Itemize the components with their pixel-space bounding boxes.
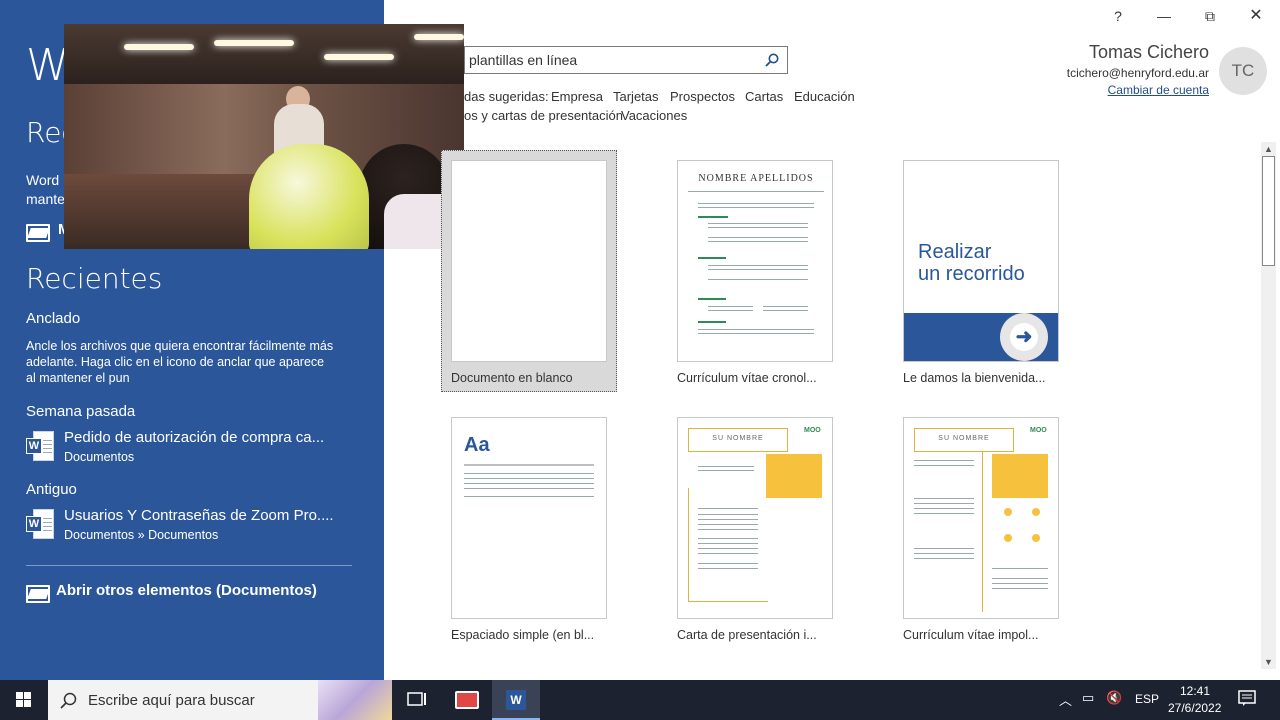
folder-open-icon [26, 222, 50, 242]
account-email: tcichero@henryford.edu.ar [1066, 66, 1209, 80]
template-label: Documento en blanco [451, 371, 573, 385]
older-heading: Antiguo [26, 481, 77, 498]
taskbar: Escribe aquí para buscar W ︿ ▭ 🔇 ESP 12:… [0, 680, 1280, 720]
word-taskbar-icon[interactable]: W [492, 680, 540, 720]
template-thumb-heading: NOMBRE APELLIDOS [698, 173, 814, 184]
scroll-up-icon[interactable]: ▲ [1261, 142, 1276, 156]
template-thumb-cv-chronological[interactable]: NOMBRE APELLIDOS [677, 160, 833, 362]
close-button[interactable]: ✕ [1233, 4, 1279, 28]
suggestion-educacion[interactable]: Educación [794, 89, 855, 104]
app-title: W [26, 40, 70, 91]
template-label: Le damos la bienvenida... [903, 371, 1046, 385]
suggestion-cartas-presentacion[interactable]: os y cartas de presentación [464, 108, 623, 123]
restore-button[interactable]: ⧉ [1187, 4, 1233, 28]
chevron-up-icon[interactable]: ︿ [1059, 690, 1072, 709]
template-thumb-single-spaced[interactable]: Aa [451, 417, 607, 619]
suggestion-tarjetas[interactable]: Tarjetas [613, 89, 659, 104]
search-highlight-image [318, 680, 392, 720]
thumb-name: SU NOMBRE [938, 435, 990, 442]
clock-time[interactable]: 12:41 [1180, 684, 1210, 698]
suggestion-empresa[interactable]: Empresa [551, 89, 603, 104]
help-icon[interactable]: ? [1095, 4, 1141, 28]
template-thumb-blank[interactable] [451, 160, 607, 362]
template-thumb-cv-impactful[interactable]: SU NOMBRE MOO [903, 417, 1059, 619]
template-label: Espaciado simple (en bl... [451, 628, 595, 642]
suggested-searches-label: das sugeridas: [464, 89, 549, 104]
minimize-button[interactable]: — [1141, 4, 1187, 28]
scroll-down-icon[interactable]: ▼ [1261, 655, 1276, 669]
template-thumb-tour[interactable]: Realizar un recorrido ➜ [903, 160, 1059, 362]
recent-file-item[interactable]: W Pedido de autorización de compra ca...… [26, 429, 324, 465]
tour-text: Realizar un recorrido [918, 241, 1025, 285]
divider [26, 565, 352, 566]
recent-heading: Recientes [26, 262, 163, 295]
search-icon[interactable] [765, 53, 779, 67]
folder-open-icon [26, 583, 50, 603]
word-file-icon: W [26, 509, 54, 539]
recent-file-item[interactable]: W Usuarios Y Contraseñas de Zoom Pro....… [26, 507, 334, 543]
file-path: Documentos [64, 450, 135, 464]
switch-account-link[interactable]: Cambiar de cuenta [1108, 83, 1209, 97]
task-view-icon[interactable] [392, 680, 440, 720]
taskbar-search[interactable]: Escribe aquí para buscar [48, 680, 392, 720]
network-icon[interactable]: ▭ [1082, 690, 1094, 706]
account-name: Tomas Cichero [1088, 42, 1209, 62]
thumb-name: SU NOMBRE [712, 435, 764, 442]
template-search-box[interactable] [464, 46, 788, 74]
taskbar-search-placeholder: Escribe aquí para buscar [88, 692, 255, 709]
word-file-icon: W [26, 431, 54, 461]
open-other-label: Abrir otros elementos (Documentos) [56, 582, 317, 599]
aa-text: Aa [464, 434, 490, 456]
last-week-heading: Semana pasada [26, 403, 136, 420]
template-thumb-cover-letter[interactable]: SU NOMBRE MOO [677, 417, 833, 619]
suggestion-prospectos[interactable]: Prospectos [670, 89, 735, 104]
search-icon [60, 692, 77, 709]
file-path: Documentos » Documentos [64, 528, 219, 542]
scrollbar-thumb[interactable] [1262, 156, 1275, 266]
arrow-right-icon: ➜ [1000, 313, 1048, 361]
volume-muted-icon[interactable]: 🔇 [1106, 690, 1122, 706]
language-indicator[interactable]: ESP [1135, 692, 1159, 706]
template-label: Carta de presentación i... [677, 628, 817, 642]
brand-mark: MOO [804, 427, 821, 434]
template-label: Currículum vítae cronol... [677, 371, 817, 385]
file-title: Pedido de autorización de compra ca... [64, 429, 325, 446]
file-title: Usuarios Y Contraseñas de Zoom Pro.... [64, 507, 334, 524]
pinned-message: Ancle los archivos que quiera encontrar … [26, 339, 334, 385]
video-app-icon[interactable] [442, 680, 490, 720]
avatar[interactable]: TC [1219, 47, 1267, 95]
video-overlay[interactable] [64, 24, 464, 249]
windows-start-icon[interactable] [0, 680, 48, 720]
suggestion-vacaciones[interactable]: Vacaciones [621, 108, 687, 123]
open-other-button[interactable]: Abrir otros elementos (Documentos) [26, 582, 317, 603]
brand-mark: MOO [1030, 427, 1047, 434]
template-search-input[interactable] [469, 51, 759, 69]
suggestion-cartas[interactable]: Cartas [745, 89, 783, 104]
pinned-heading: Anclado [26, 310, 81, 327]
notifications-icon[interactable] [1238, 689, 1256, 710]
clock-date[interactable]: 27/6/2022 [1168, 701, 1221, 715]
template-label: Currículum vítae impol... [903, 628, 1039, 642]
